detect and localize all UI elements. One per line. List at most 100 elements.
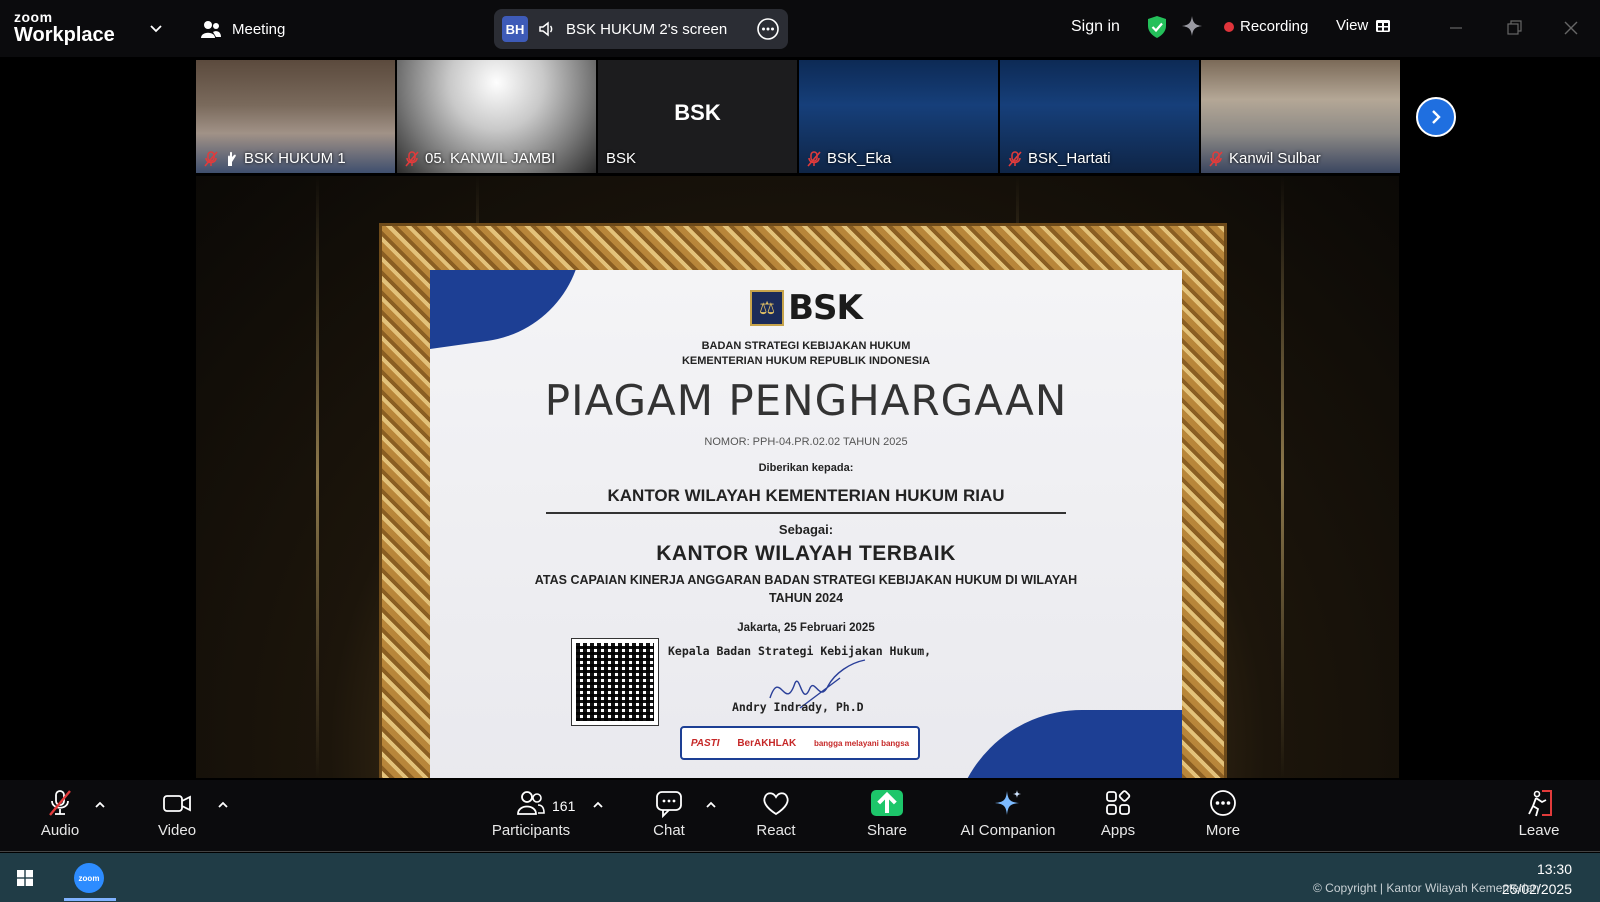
- meeting-menu-button[interactable]: Meeting: [200, 16, 285, 42]
- bsk-logo: ⚖ BSK: [430, 288, 1182, 328]
- badge-bangga: bangga melayani bangsa: [813, 738, 910, 748]
- award-reason-line-1: ATAS CAPAIAN KINERJA ANGGARAN BADAN STRA…: [534, 573, 1078, 587]
- zoom-taskbar-icon[interactable]: zoom: [74, 863, 104, 893]
- view-button[interactable]: View: [1336, 17, 1391, 34]
- participants-count: 161: [552, 798, 576, 814]
- sign-in-link[interactable]: Sign in: [1071, 18, 1120, 36]
- caret-up-icon[interactable]: [704, 798, 718, 812]
- participant-name: 05. KANWIL JAMBI: [425, 150, 556, 167]
- view-label: View: [1336, 17, 1369, 34]
- hand-icon: [228, 151, 236, 166]
- given-to-label: Diberikan kepada:: [758, 462, 854, 474]
- meeting-label: Meeting: [232, 20, 286, 38]
- badge-pasti: PASTI: [690, 737, 720, 749]
- share-label: Share: [866, 822, 908, 839]
- sparkle-icon[interactable]: [1181, 15, 1203, 37]
- close-icon[interactable]: [1557, 14, 1585, 42]
- share-button[interactable]: Share: [842, 788, 932, 839]
- value-badges: PASTI BerAKHLAK bangga melayani bangsa: [680, 726, 920, 760]
- ai-companion-button[interactable]: AI Companion: [948, 788, 1068, 839]
- more-label: More: [1205, 822, 1241, 839]
- tile-label: BSK_Hartati: [1008, 150, 1111, 167]
- heart-icon: [763, 792, 789, 816]
- title-bar: zoom Workplace Meeting BH BSK HUKUM 2's …: [0, 0, 1600, 57]
- caret-up-icon[interactable]: [93, 798, 107, 812]
- audio-button[interactable]: Audio: [15, 788, 105, 839]
- certificate: ⚖ BSK BADAN STRATEGI KEBIJAKAN HUKUM KEM…: [430, 270, 1182, 778]
- tile-label: Kanwil Sulbar: [1209, 150, 1321, 167]
- share-screen-icon: [871, 790, 903, 816]
- badge-berakhlak: BerAKHLAK: [737, 737, 797, 749]
- windows-start-icon[interactable]: [17, 870, 33, 886]
- chat-button[interactable]: Chat: [624, 788, 714, 839]
- video-tile[interactable]: BSK_Hartati: [1000, 60, 1199, 173]
- react-label: React: [756, 822, 796, 839]
- sharer-avatar: BH: [502, 16, 528, 42]
- leave-button[interactable]: Leave: [1494, 788, 1584, 839]
- more-button[interactable]: More: [1178, 788, 1268, 839]
- chevron-right-icon: [1432, 110, 1441, 124]
- logo-zoom-text: zoom: [14, 9, 53, 25]
- as-label: Sebagai:: [778, 522, 834, 537]
- award-title: KANTOR WILAYAH TERBAIK: [656, 542, 956, 565]
- video-tile[interactable]: Kanwil Sulbar: [1201, 60, 1400, 173]
- meeting-controls: Audio Video Participants 161 Chat React …: [0, 780, 1600, 852]
- ai-companion-label: AI Companion: [960, 822, 1056, 839]
- video-tile[interactable]: BSK HUKUM 1: [196, 60, 395, 173]
- organization-line-1: BADAN STRATEGI KEBIJAKAN HUKUM: [701, 340, 911, 352]
- mic-muted-icon: [204, 150, 218, 167]
- minimize-icon[interactable]: [1442, 14, 1470, 42]
- restore-icon[interactable]: [1500, 14, 1528, 42]
- recipient-underline: [546, 512, 1066, 514]
- decorative-wave: [952, 710, 1182, 778]
- video-tile[interactable]: 05. KANWIL JAMBI: [397, 60, 596, 173]
- light-ray: [316, 176, 319, 778]
- chat-icon: [656, 791, 682, 818]
- video-tile[interactable]: BSK BSK: [598, 60, 797, 173]
- recording-dot-icon: [1224, 21, 1234, 32]
- bsk-logo-text: BSK: [788, 288, 863, 328]
- share-title: BSK HUKUM 2's screen: [566, 20, 728, 38]
- zoom-workplace-logo: zoom Workplace: [14, 10, 115, 45]
- ai-sparkle-icon: [995, 790, 1021, 815]
- emblem-icon: ⚖: [750, 290, 785, 326]
- chevron-down-icon[interactable]: [148, 20, 164, 36]
- participants-icon: [517, 791, 545, 815]
- copyright-overlay: © Copyright | Kantor Wilayah Kementerian: [1313, 881, 1540, 895]
- people-icon: [201, 21, 221, 38]
- recipient-name: KANTOR WILAYAH KEMENTERIAN HUKUM RIAU: [607, 486, 1005, 505]
- shield-check-icon[interactable]: [1146, 15, 1168, 39]
- apps-button[interactable]: Apps: [1073, 788, 1163, 839]
- signer-name: Andry Indrady, Ph.D: [732, 700, 864, 714]
- participant-name: BSK_Hartati: [1028, 150, 1111, 167]
- leave-icon: [1528, 790, 1552, 817]
- recording-indicator[interactable]: Recording: [1224, 18, 1308, 35]
- video-tile[interactable]: BSK_Eka: [799, 60, 998, 173]
- certificate-title: PIAGAM PENGHARGAAN: [544, 376, 1068, 425]
- screen-share-indicator[interactable]: BH BSK HUKUM 2's screen: [494, 9, 788, 49]
- tile-label: BSK HUKUM 1: [204, 150, 346, 167]
- tile-label: 05. KANWIL JAMBI: [405, 150, 555, 167]
- speaker-icon[interactable]: [538, 20, 556, 38]
- organization-line-2: KEMENTERIAN HUKUM REPUBLIK INDONESIA: [681, 355, 931, 367]
- light-ray: [1281, 176, 1284, 778]
- mic-muted-icon: [49, 790, 71, 816]
- next-page-button[interactable]: [1416, 97, 1456, 137]
- video-camera-icon: [163, 795, 191, 812]
- caret-up-icon[interactable]: [216, 798, 230, 812]
- caret-up-icon[interactable]: [591, 798, 605, 812]
- more-options-icon[interactable]: [756, 17, 780, 41]
- more-icon: [1210, 790, 1236, 816]
- audio-label: Audio: [40, 822, 80, 839]
- mic-muted-icon: [807, 150, 821, 167]
- active-app-indicator: [64, 898, 116, 901]
- tile-label: BSK_Eka: [807, 150, 891, 167]
- qr-code: [571, 638, 659, 726]
- participants-label: Participants: [491, 822, 571, 839]
- participant-name: BSK: [606, 150, 637, 167]
- clock-time: 13:30: [1536, 861, 1572, 877]
- mic-muted-icon: [1209, 150, 1223, 167]
- participant-thumbnail-strip: BSK HUKUM 1 05. KANWIL JAMBI BSK BSK BSK…: [196, 60, 1400, 173]
- react-button[interactable]: React: [731, 788, 821, 839]
- video-button[interactable]: Video: [132, 788, 222, 839]
